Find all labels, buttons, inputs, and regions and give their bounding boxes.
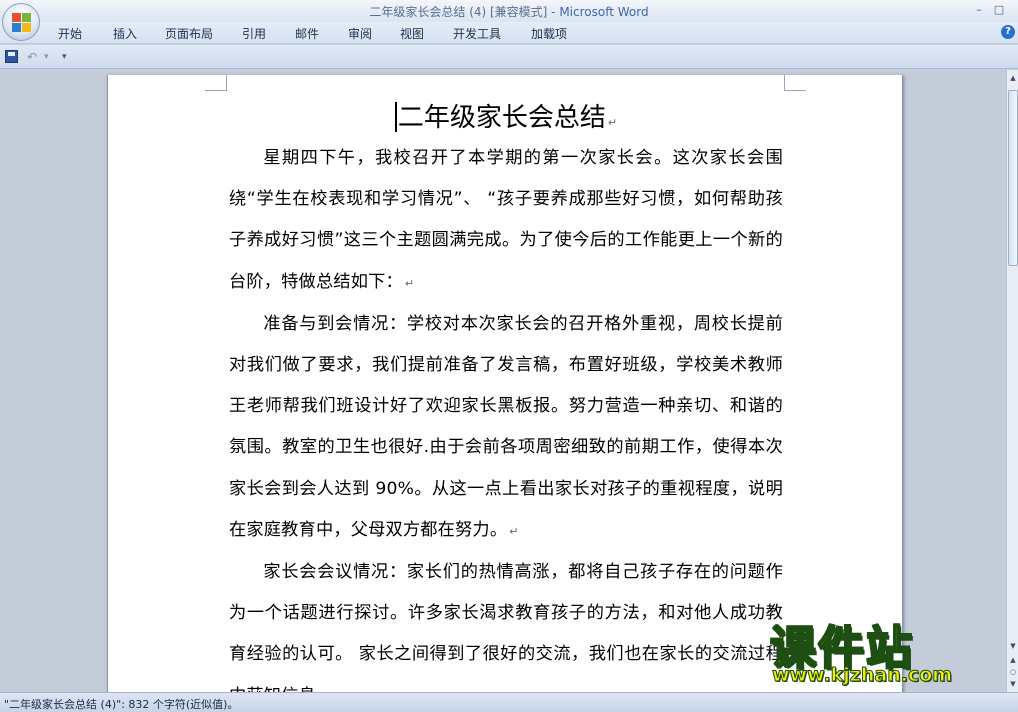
tab-insert[interactable]: 插入	[113, 25, 137, 42]
tab-developer[interactable]: 开发工具	[453, 25, 501, 42]
tab-home[interactable]: 开始	[58, 25, 82, 42]
select-browse-object-icon[interactable]: ○	[1007, 666, 1018, 678]
help-icon[interactable]: ?	[1001, 25, 1015, 39]
maximize-button[interactable]: □	[988, 2, 1010, 18]
undo-icon[interactable]: ↶	[27, 49, 37, 65]
previous-page-icon[interactable]: ▲	[1007, 654, 1018, 666]
quick-access-toolbar: ↶ ▾ ▾	[0, 45, 1018, 69]
tab-mailings[interactable]: 邮件	[295, 25, 319, 42]
document-workspace: 二年级家长会总结 ↵ 星期四下午，我校召开了本学期的第一次家长会。这次家长会围绕“…	[0, 70, 1006, 692]
paragraph-mark-icon: ↵	[509, 524, 519, 538]
paragraph-text: 家长会会议情况：家长们的热情高涨，都将自己孩子存在的问题作为一个话题进行探讨。许…	[229, 562, 783, 692]
tab-view[interactable]: 视图	[400, 25, 424, 42]
paragraph-text: 星期四下午，我校召开了本学期的第一次家长会。这次家长会围绕“学生在校表现和学习情…	[229, 148, 783, 292]
ribbon-tabs: 开始 插入 页面布局 引用 邮件 审阅 视图 开发工具 加载项	[0, 22, 1018, 44]
tab-page-layout[interactable]: 页面布局	[165, 25, 213, 42]
office-logo-icon	[12, 13, 32, 33]
document-title[interactable]: 二年级家长会总结 ↵	[108, 97, 904, 134]
next-page-icon[interactable]: ▼	[1007, 678, 1018, 690]
window-title-app: Microsoft Word	[559, 5, 649, 19]
save-icon[interactable]	[5, 50, 18, 63]
document-page[interactable]: 二年级家长会总结 ↵ 星期四下午，我校召开了本学期的第一次家长会。这次家长会围绕“…	[107, 75, 903, 692]
window-title-doc: 二年级家长会总结 (4) [兼容模式] -	[369, 5, 560, 19]
paragraph: 家长会会议情况：家长们的热情高涨，都将自己孩子存在的问题作为一个话题进行探讨。许…	[229, 552, 783, 692]
paragraph: 星期四下午，我校召开了本学期的第一次家长会。这次家长会围绕“学生在校表现和学习情…	[229, 138, 783, 304]
tab-add-ins[interactable]: 加载项	[531, 25, 567, 42]
crop-mark-left	[205, 75, 227, 91]
status-word-count[interactable]: "二年级家长会总结 (4)": 832 个字符(近似值)。	[4, 696, 238, 712]
paragraph: 准备与到会情况：学校对本次家长会的召开格外重视，周校长提前对我们做了要求，我们提…	[229, 304, 783, 552]
status-bar: "二年级家长会总结 (4)": 832 个字符(近似值)。	[0, 692, 1018, 712]
minimize-button[interactable]: –	[968, 2, 990, 18]
document-body[interactable]: 星期四下午，我校召开了本学期的第一次家长会。这次家长会围绕“学生在校表现和学习情…	[229, 138, 783, 692]
document-title-text: 二年级家长会总结	[397, 103, 606, 133]
paragraph-text: 准备与到会情况：学校对本次家长会的召开格外重视，周校长提前对我们做了要求，我们提…	[229, 313, 783, 540]
window-title: 二年级家长会总结 (4) [兼容模式] - Microsoft Word	[0, 3, 1018, 20]
scrollbar-thumb[interactable]	[1008, 90, 1018, 266]
scroll-down-arrow-icon[interactable]: ▼	[1007, 640, 1018, 652]
paragraph-mark-icon: ↵	[607, 116, 618, 129]
undo-dropdown-icon[interactable]: ▾	[44, 49, 49, 65]
crop-mark-right	[784, 75, 806, 91]
customize-toolbar-icon[interactable]: ▾	[62, 49, 67, 65]
tab-references[interactable]: 引用	[242, 25, 266, 42]
paragraph-mark-icon: ↵	[404, 276, 415, 290]
vertical-scrollbar[interactable]: ▲ ▼ ▲ ○ ▼	[1006, 70, 1018, 692]
tab-review[interactable]: 审阅	[348, 25, 372, 42]
scroll-up-arrow-icon[interactable]: ▲	[1007, 72, 1018, 84]
office-button[interactable]	[2, 3, 40, 41]
title-bar: 二年级家长会总结 (4) [兼容模式] - Microsoft Word – □	[0, 0, 1018, 22]
text-cursor	[394, 102, 397, 132]
